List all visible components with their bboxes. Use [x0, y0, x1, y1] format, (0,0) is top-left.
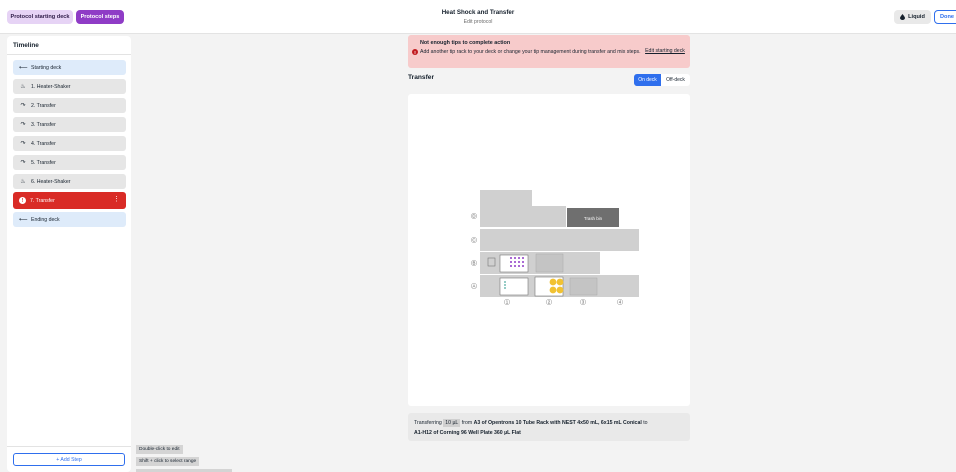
- edit-starting-deck-link[interactable]: Edit starting deck: [645, 48, 685, 54]
- banner-body: Add another tip rack to your deck or cha…: [420, 49, 641, 55]
- hint-shift-click: Shift + click to select range: [136, 457, 200, 466]
- transfer-icon: ↷: [20, 141, 26, 147]
- timeline-item-step-2[interactable]: ↷ 2. Transfer: [13, 98, 126, 113]
- slot-b2: [532, 229, 566, 251]
- heater-shaker-icon: ♨: [20, 84, 26, 90]
- tab-protocol-steps[interactable]: Protocol steps: [76, 10, 124, 24]
- liquid-button[interactable]: Liquid: [894, 10, 931, 24]
- top-bar: Protocol starting deck Protocol steps He…: [0, 0, 956, 34]
- timeline-item-step-3[interactable]: ↷ 3. Transfer: [13, 117, 126, 132]
- col-label-3: 3: [582, 300, 585, 305]
- col-label-2: 2: [548, 300, 551, 305]
- kebab-menu-icon[interactable]: ⋮: [113, 195, 120, 203]
- done-button[interactable]: Done: [934, 10, 956, 24]
- liquid-button-label: Liquid: [908, 14, 925, 20]
- timeline-panel: Timeline ⟵ Starting deck ♨ 1. Heater-Sha…: [7, 36, 131, 472]
- title-block: Heat Shock and Transfer Edit protocol: [378, 9, 578, 25]
- timeline-item-label: 5. Transfer: [31, 159, 56, 166]
- section-title: Transfer: [408, 74, 435, 81]
- divider: [7, 446, 131, 447]
- slot-d4: [600, 275, 639, 297]
- timeline-item-label: 2. Transfer: [31, 102, 56, 109]
- timeline-item-step-7[interactable]: ! 7. Transfer ⋮: [13, 192, 126, 209]
- deck-map-panel: Trash bin D C B A 1 2 3 4: [408, 94, 690, 406]
- plate-c2: [535, 253, 564, 273]
- timeline-title: Timeline: [13, 42, 39, 49]
- transfer-icon: ↷: [20, 160, 26, 166]
- timeline-item-label: 7. Transfer: [30, 197, 55, 204]
- timeline-item-ending-deck[interactable]: ⟵ Ending deck: [13, 212, 126, 227]
- timeline-item-label: 4. Transfer: [31, 140, 56, 147]
- arrow-icon: ⟵: [19, 217, 28, 223]
- plate-wells-d1: [504, 281, 506, 289]
- slot-c3: [566, 252, 600, 274]
- divider: [7, 54, 131, 55]
- row-label-a: A: [473, 284, 476, 289]
- col-label-4: 4: [619, 300, 622, 305]
- arrow-icon: ⟵: [19, 65, 28, 71]
- summary-from: from: [461, 420, 473, 426]
- summary-dest: A1-H12 of Corning 96 Well Plate 360 µL F…: [414, 430, 521, 436]
- add-step-button[interactable]: + Add Step: [13, 453, 125, 466]
- error-icon: !: [19, 197, 26, 204]
- slot-b4: [600, 229, 639, 251]
- protocol-subtitle: Edit protocol: [463, 19, 493, 25]
- summary-source: A3 of Opentrons 10 Tube Rack with NEST 4…: [473, 420, 642, 426]
- slot-a1b: [506, 206, 532, 227]
- plate-d3: [569, 277, 598, 296]
- timeline-item-step-1[interactable]: ♨ 1. Heater-Shaker: [13, 79, 126, 94]
- slot-a2: [532, 206, 566, 227]
- timeline-item-label: 1. Heater-Shaker: [31, 83, 71, 90]
- protocol-title: Heat Shock and Transfer: [441, 9, 515, 16]
- transfer-icon: ↷: [20, 122, 26, 128]
- well-plate-d1: [499, 277, 529, 296]
- summary-to: to: [643, 420, 648, 426]
- deck-map: Trash bin D C B A 1 2 3 4: [470, 190, 639, 306]
- row-label-b: B: [473, 261, 476, 266]
- timeline-item-step-5[interactable]: ↷ 5. Transfer: [13, 155, 126, 170]
- hint-double-click: Double-click to edit: [136, 445, 183, 454]
- slot-b1: [480, 229, 532, 251]
- timeline-item-label: 6. Heater-Shaker: [31, 178, 71, 185]
- heater-shaker-icon: ♨: [20, 179, 26, 185]
- summary-prefix: Transferring: [414, 420, 442, 426]
- col-label-1: 1: [506, 300, 509, 305]
- slot-a1: [480, 206, 506, 227]
- alert-icon: !: [412, 49, 418, 55]
- transfer-summary: Transferring 10 µL from A3 of Opentrons …: [408, 413, 690, 441]
- transfer-icon: ↷: [20, 103, 26, 109]
- on-deck-toggle[interactable]: On deck: [634, 74, 661, 86]
- error-banner: Not enough tips to complete action ! Add…: [408, 35, 690, 68]
- timeline-item-label: Starting deck: [31, 64, 62, 71]
- off-deck-toggle[interactable]: Off-deck: [661, 74, 690, 86]
- deck-top-strip: [480, 190, 532, 206]
- droplet-icon: [900, 14, 906, 20]
- timeline-item-step-4[interactable]: ↷ 4. Transfer: [13, 136, 126, 151]
- row-label-d: D: [472, 214, 475, 219]
- tab-starting-deck[interactable]: Protocol starting deck: [7, 10, 73, 24]
- timeline-item-label: 3. Transfer: [31, 121, 56, 128]
- trash-bin-label: Trash bin: [584, 216, 603, 221]
- timeline-item-starting-deck[interactable]: ⟵ Starting deck: [13, 60, 126, 75]
- timeline-item-step-6[interactable]: ♨ 6. Heater-Shaker: [13, 174, 126, 189]
- banner-title: Not enough tips to complete action: [420, 40, 511, 46]
- timeline-item-label: Ending deck: [31, 216, 60, 223]
- slot-b3: [566, 229, 600, 251]
- volume-chip: 10 µL: [443, 419, 461, 427]
- row-label-c: C: [472, 238, 475, 243]
